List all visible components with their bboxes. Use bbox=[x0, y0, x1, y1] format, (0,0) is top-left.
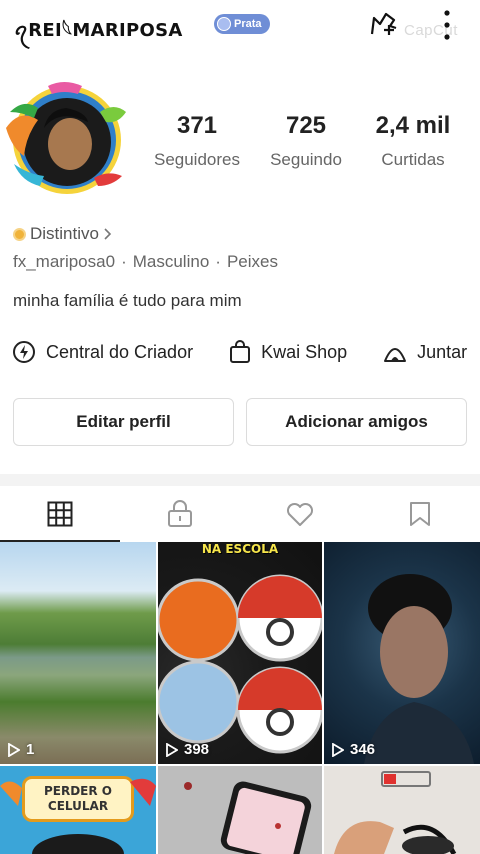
followers-label: Seguidores bbox=[153, 150, 240, 169]
heart-icon bbox=[286, 502, 314, 526]
creator-center-link[interactable]: Central do Criador bbox=[12, 340, 193, 364]
play-icon bbox=[166, 742, 178, 757]
play-count: 1 bbox=[8, 741, 34, 758]
cover-art bbox=[0, 778, 156, 854]
tab-liked[interactable] bbox=[240, 486, 360, 542]
tab-private[interactable] bbox=[120, 486, 240, 542]
profile-tabs bbox=[0, 486, 480, 542]
add-friend-icon[interactable] bbox=[366, 6, 402, 42]
following-stat[interactable]: 725 Seguindo bbox=[258, 112, 354, 170]
profile-username: ꪖREI𓆩MARIPOSA bbox=[14, 20, 183, 41]
play-icon bbox=[332, 742, 344, 757]
kwai-shop-link[interactable]: Kwai Shop bbox=[229, 340, 347, 364]
following-count: 725 bbox=[285, 112, 327, 139]
meta-separator: · bbox=[215, 252, 221, 271]
likes-count: 2,4 mil bbox=[375, 112, 451, 139]
following-label: Seguindo bbox=[270, 150, 342, 169]
play-icon bbox=[8, 742, 20, 757]
profile-bio: minha família é tudo para mim bbox=[13, 291, 242, 310]
play-count-value: 346 bbox=[350, 741, 376, 758]
edit-profile-button[interactable]: Editar perfil bbox=[13, 398, 234, 446]
video-thumbnail[interactable]: 346 bbox=[324, 542, 480, 764]
video-thumbnail[interactable]: NA ESCOLA 398 bbox=[158, 542, 322, 764]
top-bar: ꪖREI𓆩MARIPOSA Prata CapCut bbox=[0, 0, 480, 50]
profile-avatar[interactable] bbox=[4, 78, 130, 198]
play-count-value: 398 bbox=[184, 741, 210, 758]
video-thumbnail[interactable]: PERDER O CELULAR bbox=[0, 766, 156, 854]
play-count: 398 bbox=[166, 741, 209, 758]
charger-cover-art bbox=[334, 771, 457, 854]
creator-center-label: Central do Criador bbox=[46, 341, 194, 362]
distintivo-icon bbox=[13, 227, 26, 241]
profile-links: Central do Criador Kwai Shop Juntar bbox=[12, 338, 480, 366]
lock-icon bbox=[168, 500, 192, 527]
kwai-shop-label: Kwai Shop bbox=[261, 341, 348, 362]
lightning-icon bbox=[13, 341, 35, 363]
join-link[interactable]: Juntar bbox=[383, 341, 467, 363]
level-badge[interactable]: Prata bbox=[214, 14, 270, 34]
tab-videos[interactable] bbox=[0, 486, 120, 542]
bookmark-icon bbox=[410, 502, 430, 526]
profile-handle: fx_mariposa0 bbox=[13, 252, 116, 271]
portrait-cover-art bbox=[364, 574, 474, 764]
followers-stat[interactable]: 371 Seguidores bbox=[148, 112, 246, 170]
likes-stat[interactable]: 2,4 mil Curtidas bbox=[370, 112, 456, 170]
badge-label: Prata bbox=[234, 18, 262, 30]
tab-saved[interactable] bbox=[360, 486, 480, 542]
play-count: 346 bbox=[332, 741, 375, 758]
meta-separator: · bbox=[121, 252, 127, 271]
shopping-bag-icon bbox=[230, 340, 251, 363]
video-thumbnail[interactable]: 1 bbox=[0, 542, 156, 764]
play-count-value: 1 bbox=[26, 741, 35, 758]
tazos-cover-art bbox=[158, 574, 322, 754]
section-divider bbox=[0, 474, 480, 486]
followers-count: 371 bbox=[176, 112, 218, 139]
video-thumbnail[interactable] bbox=[324, 766, 480, 854]
profile-gender: Masculino bbox=[132, 252, 210, 271]
grid-icon bbox=[47, 501, 73, 527]
video-thumbnail[interactable] bbox=[158, 766, 322, 854]
badge-icon bbox=[217, 17, 231, 31]
phone-cover-art bbox=[184, 781, 312, 854]
add-friends-button[interactable]: Adicionar amigos bbox=[246, 398, 467, 446]
more-options-icon[interactable] bbox=[440, 8, 454, 42]
profile-sign: Peixes bbox=[226, 252, 278, 271]
video-grid: 1 NA ESCOLA 398 346 PERDER O CELULAR bbox=[0, 542, 480, 854]
distintivo-label: Distintivo bbox=[30, 224, 99, 243]
distintivo-link[interactable]: Distintivo bbox=[13, 224, 113, 244]
tent-icon bbox=[384, 348, 407, 362]
join-label: Juntar bbox=[417, 341, 468, 362]
profile-meta: fx_mariposa0 · Masculino · Peixes bbox=[13, 252, 278, 272]
chevron-right-icon bbox=[104, 228, 112, 240]
likes-label: Curtidas bbox=[381, 150, 445, 169]
